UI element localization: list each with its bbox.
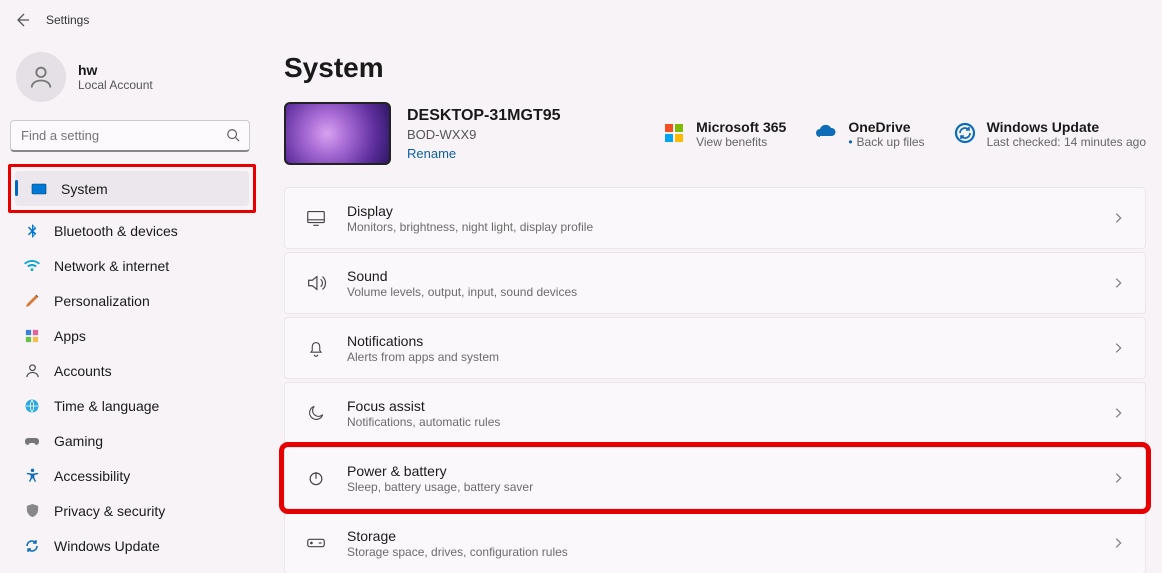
setting-display[interactable]: Display Monitors, brightness, night ligh… — [284, 187, 1146, 249]
nav-label: Privacy & security — [54, 503, 165, 519]
page-title: System — [284, 52, 1146, 84]
chevron-right-icon — [1111, 276, 1125, 290]
accounts-icon — [24, 363, 40, 379]
status-title: OneDrive — [848, 119, 924, 135]
paintbrush-icon — [24, 293, 40, 309]
setting-storage[interactable]: Storage Storage space, drives, configura… — [284, 512, 1146, 573]
setting-notifications[interactable]: Notifications Alerts from apps and syste… — [284, 317, 1146, 379]
status-sub: View benefits — [696, 135, 786, 149]
nav-item-personalization[interactable]: Personalization — [8, 283, 256, 318]
setting-sub: Volume levels, output, input, sound devi… — [347, 285, 1111, 299]
nav-label: Network & internet — [54, 258, 169, 274]
titlebar: Settings — [0, 0, 1162, 40]
status-title: Windows Update — [987, 119, 1146, 135]
setting-sound[interactable]: Sound Volume levels, output, input, soun… — [284, 252, 1146, 314]
m365-icon — [662, 121, 686, 145]
person-icon — [27, 63, 55, 91]
nav-item-accessibility[interactable]: Accessibility — [8, 458, 256, 493]
status-update[interactable]: Windows Update Last checked: 14 minutes … — [953, 119, 1146, 149]
back-arrow-icon[interactable] — [14, 12, 30, 28]
setting-sub: Monitors, brightness, night light, displ… — [347, 220, 1111, 234]
nav-label: Windows Update — [54, 538, 160, 554]
nav-item-time[interactable]: Time & language — [8, 388, 256, 423]
nav-item-privacy[interactable]: Privacy & security — [8, 493, 256, 528]
nav-label: System — [61, 181, 108, 197]
nav-item-accounts[interactable]: Accounts — [8, 353, 256, 388]
nav-label: Bluetooth & devices — [54, 223, 178, 239]
nav-item-update[interactable]: Windows Update — [8, 528, 256, 563]
chevron-right-icon — [1111, 471, 1125, 485]
globe-clock-icon — [24, 398, 40, 414]
bell-icon — [305, 337, 327, 359]
device-status-row: DESKTOP-31MGT95 BOD-WXX9 Rename Microsof… — [284, 102, 1146, 165]
status-title: Microsoft 365 — [696, 119, 786, 135]
setting-sub: Sleep, battery usage, battery saver — [347, 480, 1111, 494]
apps-icon — [24, 328, 40, 344]
device-block[interactable]: DESKTOP-31MGT95 BOD-WXX9 Rename — [284, 102, 561, 165]
nav-list: System Bluetooth & devices Network & int… — [8, 164, 256, 563]
display-icon — [305, 207, 327, 229]
nav-label: Time & language — [54, 398, 159, 414]
setting-title: Focus assist — [347, 398, 1111, 414]
nav-item-gaming[interactable]: Gaming — [8, 423, 256, 458]
setting-title: Notifications — [347, 333, 1111, 349]
nav-label: Apps — [54, 328, 86, 344]
search-input[interactable] — [10, 120, 250, 152]
sound-icon — [305, 272, 327, 294]
search-icon — [226, 128, 240, 142]
status-sub: Last checked: 14 minutes ago — [987, 135, 1146, 149]
setting-sub: Alerts from apps and system — [347, 350, 1111, 364]
gaming-icon — [24, 433, 40, 449]
accessibility-icon — [24, 468, 40, 484]
setting-sub: Notifications, automatic rules — [347, 415, 1111, 429]
status-cards: Microsoft 365 View benefits OneDrive •Ba… — [662, 119, 1146, 149]
setting-title: Display — [347, 203, 1111, 219]
app-title: Settings — [46, 13, 89, 27]
account-block[interactable]: hw Local Account — [8, 48, 256, 116]
nav-item-system[interactable]: System — [15, 171, 249, 206]
onedrive-icon — [814, 121, 838, 145]
chevron-right-icon — [1111, 536, 1125, 550]
status-onedrive[interactable]: OneDrive •Back up files — [814, 119, 924, 149]
update-icon — [24, 538, 40, 554]
wifi-icon — [24, 258, 40, 274]
avatar — [16, 52, 66, 102]
search-wrap — [10, 120, 250, 152]
moon-icon — [305, 402, 327, 424]
chevron-right-icon — [1111, 211, 1125, 225]
setting-focus[interactable]: Focus assist Notifications, automatic ru… — [284, 382, 1146, 444]
status-sub: •Back up files — [848, 135, 924, 149]
nav-item-bluetooth[interactable]: Bluetooth & devices — [8, 213, 256, 248]
setting-power[interactable]: Power & battery Sleep, battery usage, ba… — [284, 447, 1146, 509]
settings-list: Display Monitors, brightness, night ligh… — [284, 187, 1146, 573]
setting-title: Storage — [347, 528, 1111, 544]
setting-title: Sound — [347, 268, 1111, 284]
device-model: BOD-WXX9 — [407, 127, 561, 142]
storage-icon — [305, 532, 327, 554]
power-icon — [305, 467, 327, 489]
setting-title: Power & battery — [347, 463, 1111, 479]
account-name: hw — [78, 62, 153, 78]
sidebar: hw Local Account System Bluetooth & devi… — [0, 40, 260, 573]
nav-item-network[interactable]: Network & internet — [8, 248, 256, 283]
device-name: DESKTOP-31MGT95 — [407, 107, 561, 125]
shield-icon — [24, 503, 40, 519]
setting-sub: Storage space, drives, configuration rul… — [347, 545, 1111, 559]
nav-label: Personalization — [54, 293, 150, 309]
bluetooth-icon — [24, 223, 40, 239]
rename-link[interactable]: Rename — [407, 146, 456, 161]
nav-label: Accounts — [54, 363, 112, 379]
status-m365[interactable]: Microsoft 365 View benefits — [662, 119, 786, 149]
device-thumbnail — [284, 102, 391, 165]
highlight-system: System — [8, 164, 256, 213]
nav-label: Accessibility — [54, 468, 130, 484]
nav-label: Gaming — [54, 433, 103, 449]
chevron-right-icon — [1111, 406, 1125, 420]
nav-item-apps[interactable]: Apps — [8, 318, 256, 353]
chevron-right-icon — [1111, 341, 1125, 355]
account-type: Local Account — [78, 78, 153, 92]
windows-update-icon — [953, 121, 977, 145]
system-icon — [31, 181, 47, 197]
main-content: System DESKTOP-31MGT95 BOD-WXX9 Rename M… — [260, 40, 1162, 573]
